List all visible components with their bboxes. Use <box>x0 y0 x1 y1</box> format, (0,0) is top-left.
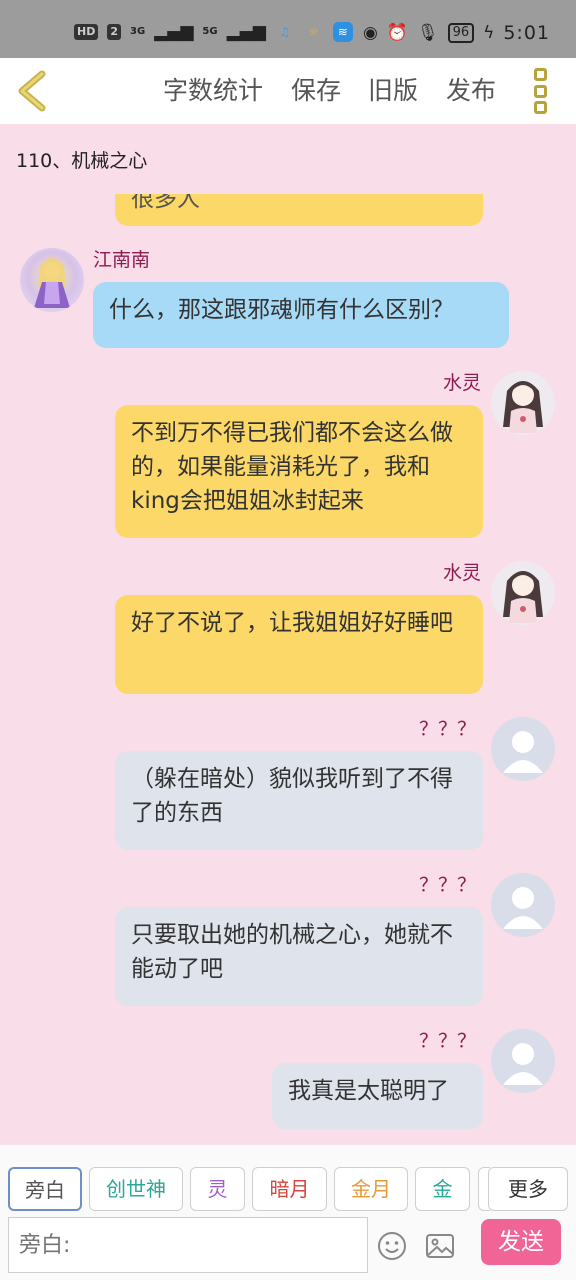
save-button[interactable]: 保存 <box>291 75 341 107</box>
charging-icon: ϟ <box>483 23 495 43</box>
message-bubble[interactable]: 很多人 <box>115 194 483 226</box>
avatar-shuiling[interactable] <box>491 371 555 435</box>
message-bubble[interactable]: 只要取出她的机械之心，她就不能动了吧 <box>115 907 483 1006</box>
top-toolbar: 字数统计 保存 旧版 发布 <box>0 58 576 124</box>
more-characters-button[interactable]: 更多 <box>488 1167 568 1211</box>
message-bubble[interactable]: 什么，那这跟邪魂师有什么区别？ <box>93 282 509 348</box>
character-chip[interactable]: 灵 <box>190 1167 245 1211</box>
wifi-icon: ≋ <box>332 22 353 42</box>
app-screen: HD 2 3G ▂▄▆ 5G ▂▄▆ ♫ ☼ ≋ ◉ ⏰ 🎙 96 ϟ 5:01… <box>0 0 576 1280</box>
character-chip[interactable]: 金月 <box>334 1167 408 1211</box>
smiley-icon[interactable] <box>377 1231 407 1261</box>
alarm-icon: ⏰ <box>386 23 408 43</box>
character-chip[interactable]: 创世神 <box>89 1167 183 1211</box>
character-avatar-image <box>503 571 543 623</box>
avatar-shuiling[interactable] <box>491 561 555 625</box>
chevron-left-icon <box>18 70 46 112</box>
status-bar: HD 2 3G ▂▄▆ 5G ▂▄▆ ♫ ☼ ≋ ◉ ⏰ 🎙 96 ϟ 5:01 <box>0 0 576 58</box>
character-avatar-image <box>503 381 543 433</box>
old-version-button[interactable]: 旧版 <box>368 75 418 107</box>
character-chip[interactable]: 暗月 <box>252 1167 327 1211</box>
message-bubble[interactable]: 不到万不得已我们都不会这么做的，如果能量消耗光了，我和king会把姐姐冰封起来 <box>115 405 483 538</box>
avatar-unknown[interactable] <box>491 717 555 781</box>
message-bubble[interactable]: （躲在暗处）貌似我听到了不得了的东西 <box>115 751 483 850</box>
sim-badge: 2 <box>107 24 121 40</box>
word-count-button[interactable]: 字数统计 <box>163 75 263 107</box>
signal-bars-icon: ▂▄▆ <box>154 22 194 42</box>
status-right: ◉ ⏰ 🎙 96 ϟ 5:01 <box>363 22 550 44</box>
avatar-jiangnannan[interactable] <box>20 248 84 312</box>
send-button[interactable]: 发送 <box>481 1219 561 1265</box>
clock: 5:01 <box>503 22 550 44</box>
headset-icon: ♫ <box>279 25 291 39</box>
status-left: HD 2 3G ▂▄▆ 5G ▂▄▆ ♫ ☼ ≋ <box>74 22 353 42</box>
message-bubble[interactable]: 好了不说了，让我姐姐好好睡吧 <box>115 595 483 694</box>
speaker-name: 江南南 <box>93 249 151 271</box>
default-avatar-icon <box>503 1043 543 1085</box>
signal-3g: 3G <box>130 26 146 37</box>
vertical-menu-icon[interactable] <box>534 68 556 114</box>
publish-button[interactable]: 发布 <box>446 75 496 107</box>
character-avatar-image <box>34 258 70 308</box>
character-chip[interactable]: 旁白 <box>8 1167 82 1211</box>
speaker-name: 水灵 <box>443 372 482 394</box>
bulb-icon: ☼ <box>308 25 320 39</box>
signal-5g: 5G <box>202 26 218 37</box>
hd-badge: HD <box>74 24 99 40</box>
chapter-title: 110、机械之心 <box>16 150 148 172</box>
speaker-name: ？？？ <box>419 718 477 740</box>
default-avatar-icon <box>503 731 543 773</box>
image-icon[interactable] <box>425 1231 455 1261</box>
signal-bars-icon: ▂▄▆ <box>226 22 266 42</box>
battery-indicator: 96 <box>447 23 475 43</box>
default-avatar-icon <box>503 887 543 929</box>
avatar-unknown[interactable] <box>491 1029 555 1093</box>
image-icon-svg <box>426 1234 454 1258</box>
mic-icon: 🎙 <box>416 23 439 43</box>
message-bubble[interactable]: 我真是太聪明了 <box>272 1063 483 1129</box>
eye-icon: ◉ <box>362 23 378 43</box>
message-list[interactable]: 很多人 江南南 什么，那这跟邪魂师有什么区别？ 水灵 不到万不得已我们都不会这么… <box>0 194 576 1144</box>
smiley-icon-svg <box>378 1232 406 1260</box>
speaker-name: ？？？ <box>419 874 477 896</box>
speaker-name: ？？？ <box>419 1030 477 1052</box>
avatar-unknown[interactable] <box>491 873 555 937</box>
back-button[interactable] <box>14 70 54 112</box>
dialogue-input[interactable] <box>8 1217 368 1273</box>
composer-bar: 旁白 创世神 灵 暗月 金月 金 更多 旁白: 发送 <box>0 1145 576 1280</box>
speaker-name: 水灵 <box>443 562 482 584</box>
character-chip[interactable]: 金 <box>415 1167 470 1211</box>
